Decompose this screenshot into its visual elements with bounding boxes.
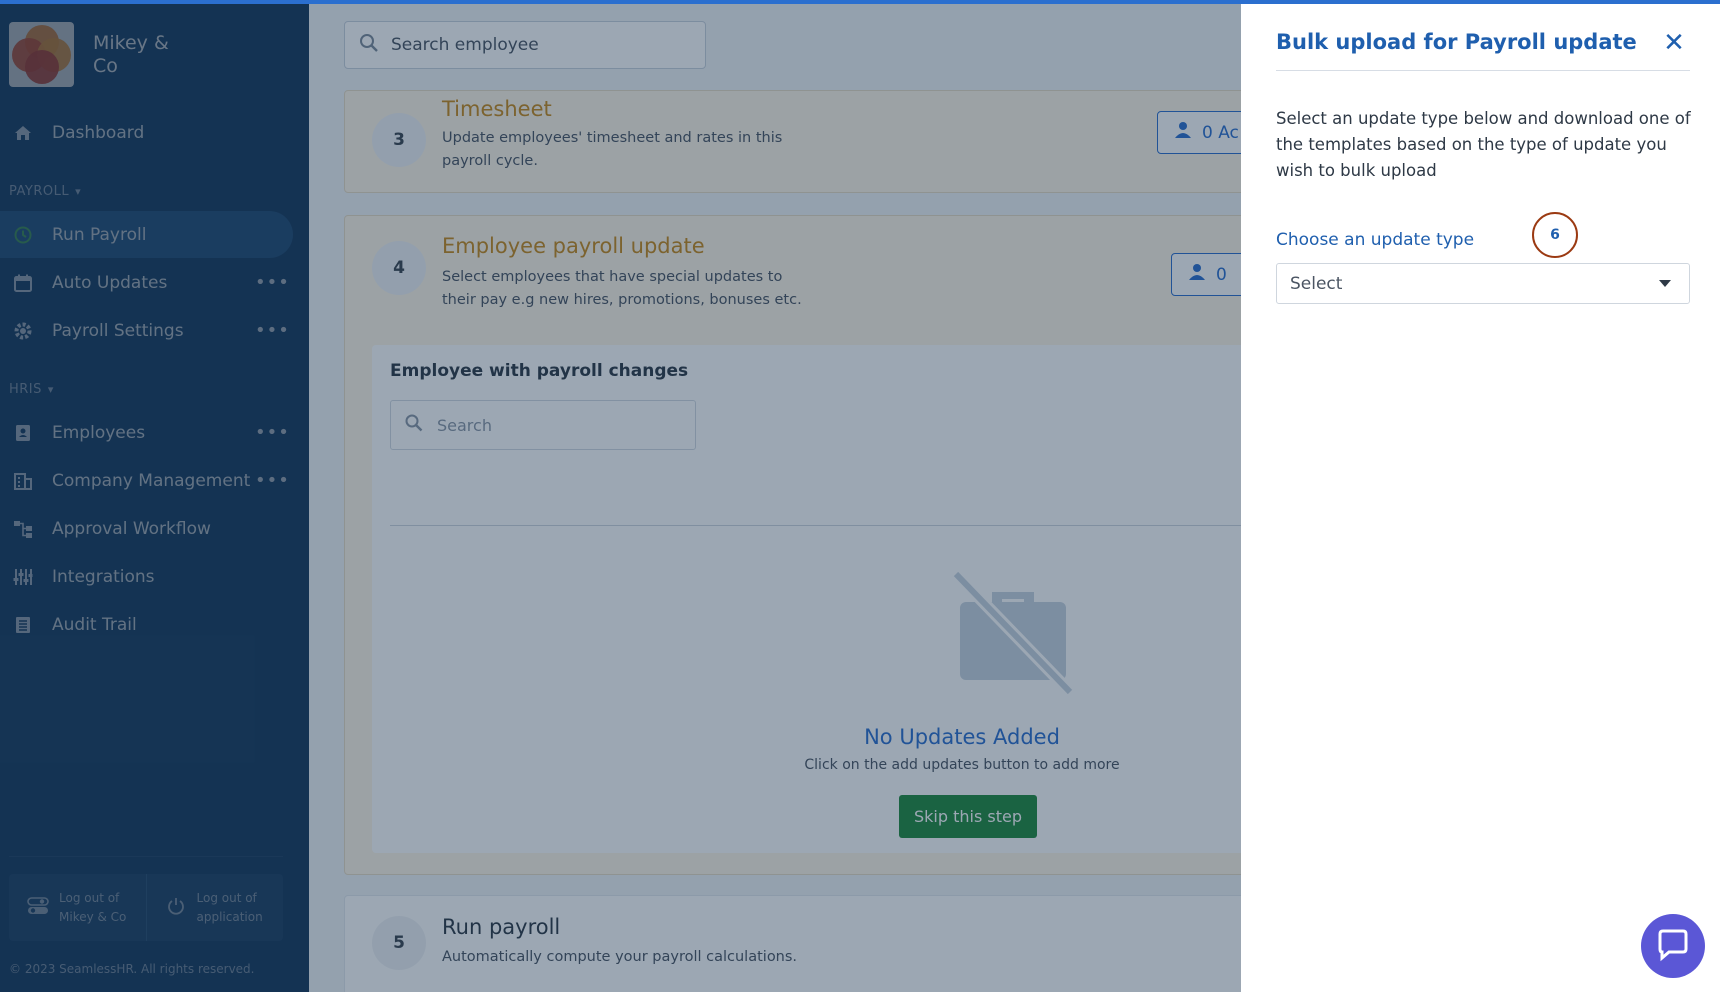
update-type-label: Choose an update type — [1276, 230, 1475, 250]
chat-support-button[interactable] — [1641, 914, 1705, 978]
chat-bubble-icon — [1656, 928, 1690, 965]
drawer-divider — [1276, 70, 1690, 71]
sidebar-backdrop — [0, 0, 309, 992]
close-icon: ✕ — [1663, 28, 1685, 58]
select-value: Select — [1290, 273, 1343, 294]
top-accent-bar — [0, 0, 1720, 4]
step-badge: 6 — [1532, 212, 1578, 258]
drawer-description: Select an update type below and download… — [1276, 109, 1691, 180]
caret-down-icon — [1659, 280, 1671, 287]
bulk-upload-drawer: Bulk upload for Payroll update ✕ Select … — [1241, 0, 1720, 992]
update-type-select[interactable]: Select — [1276, 263, 1690, 304]
drawer-title: Bulk upload for Payroll update — [1276, 30, 1637, 54]
close-button[interactable]: ✕ — [1659, 28, 1689, 58]
